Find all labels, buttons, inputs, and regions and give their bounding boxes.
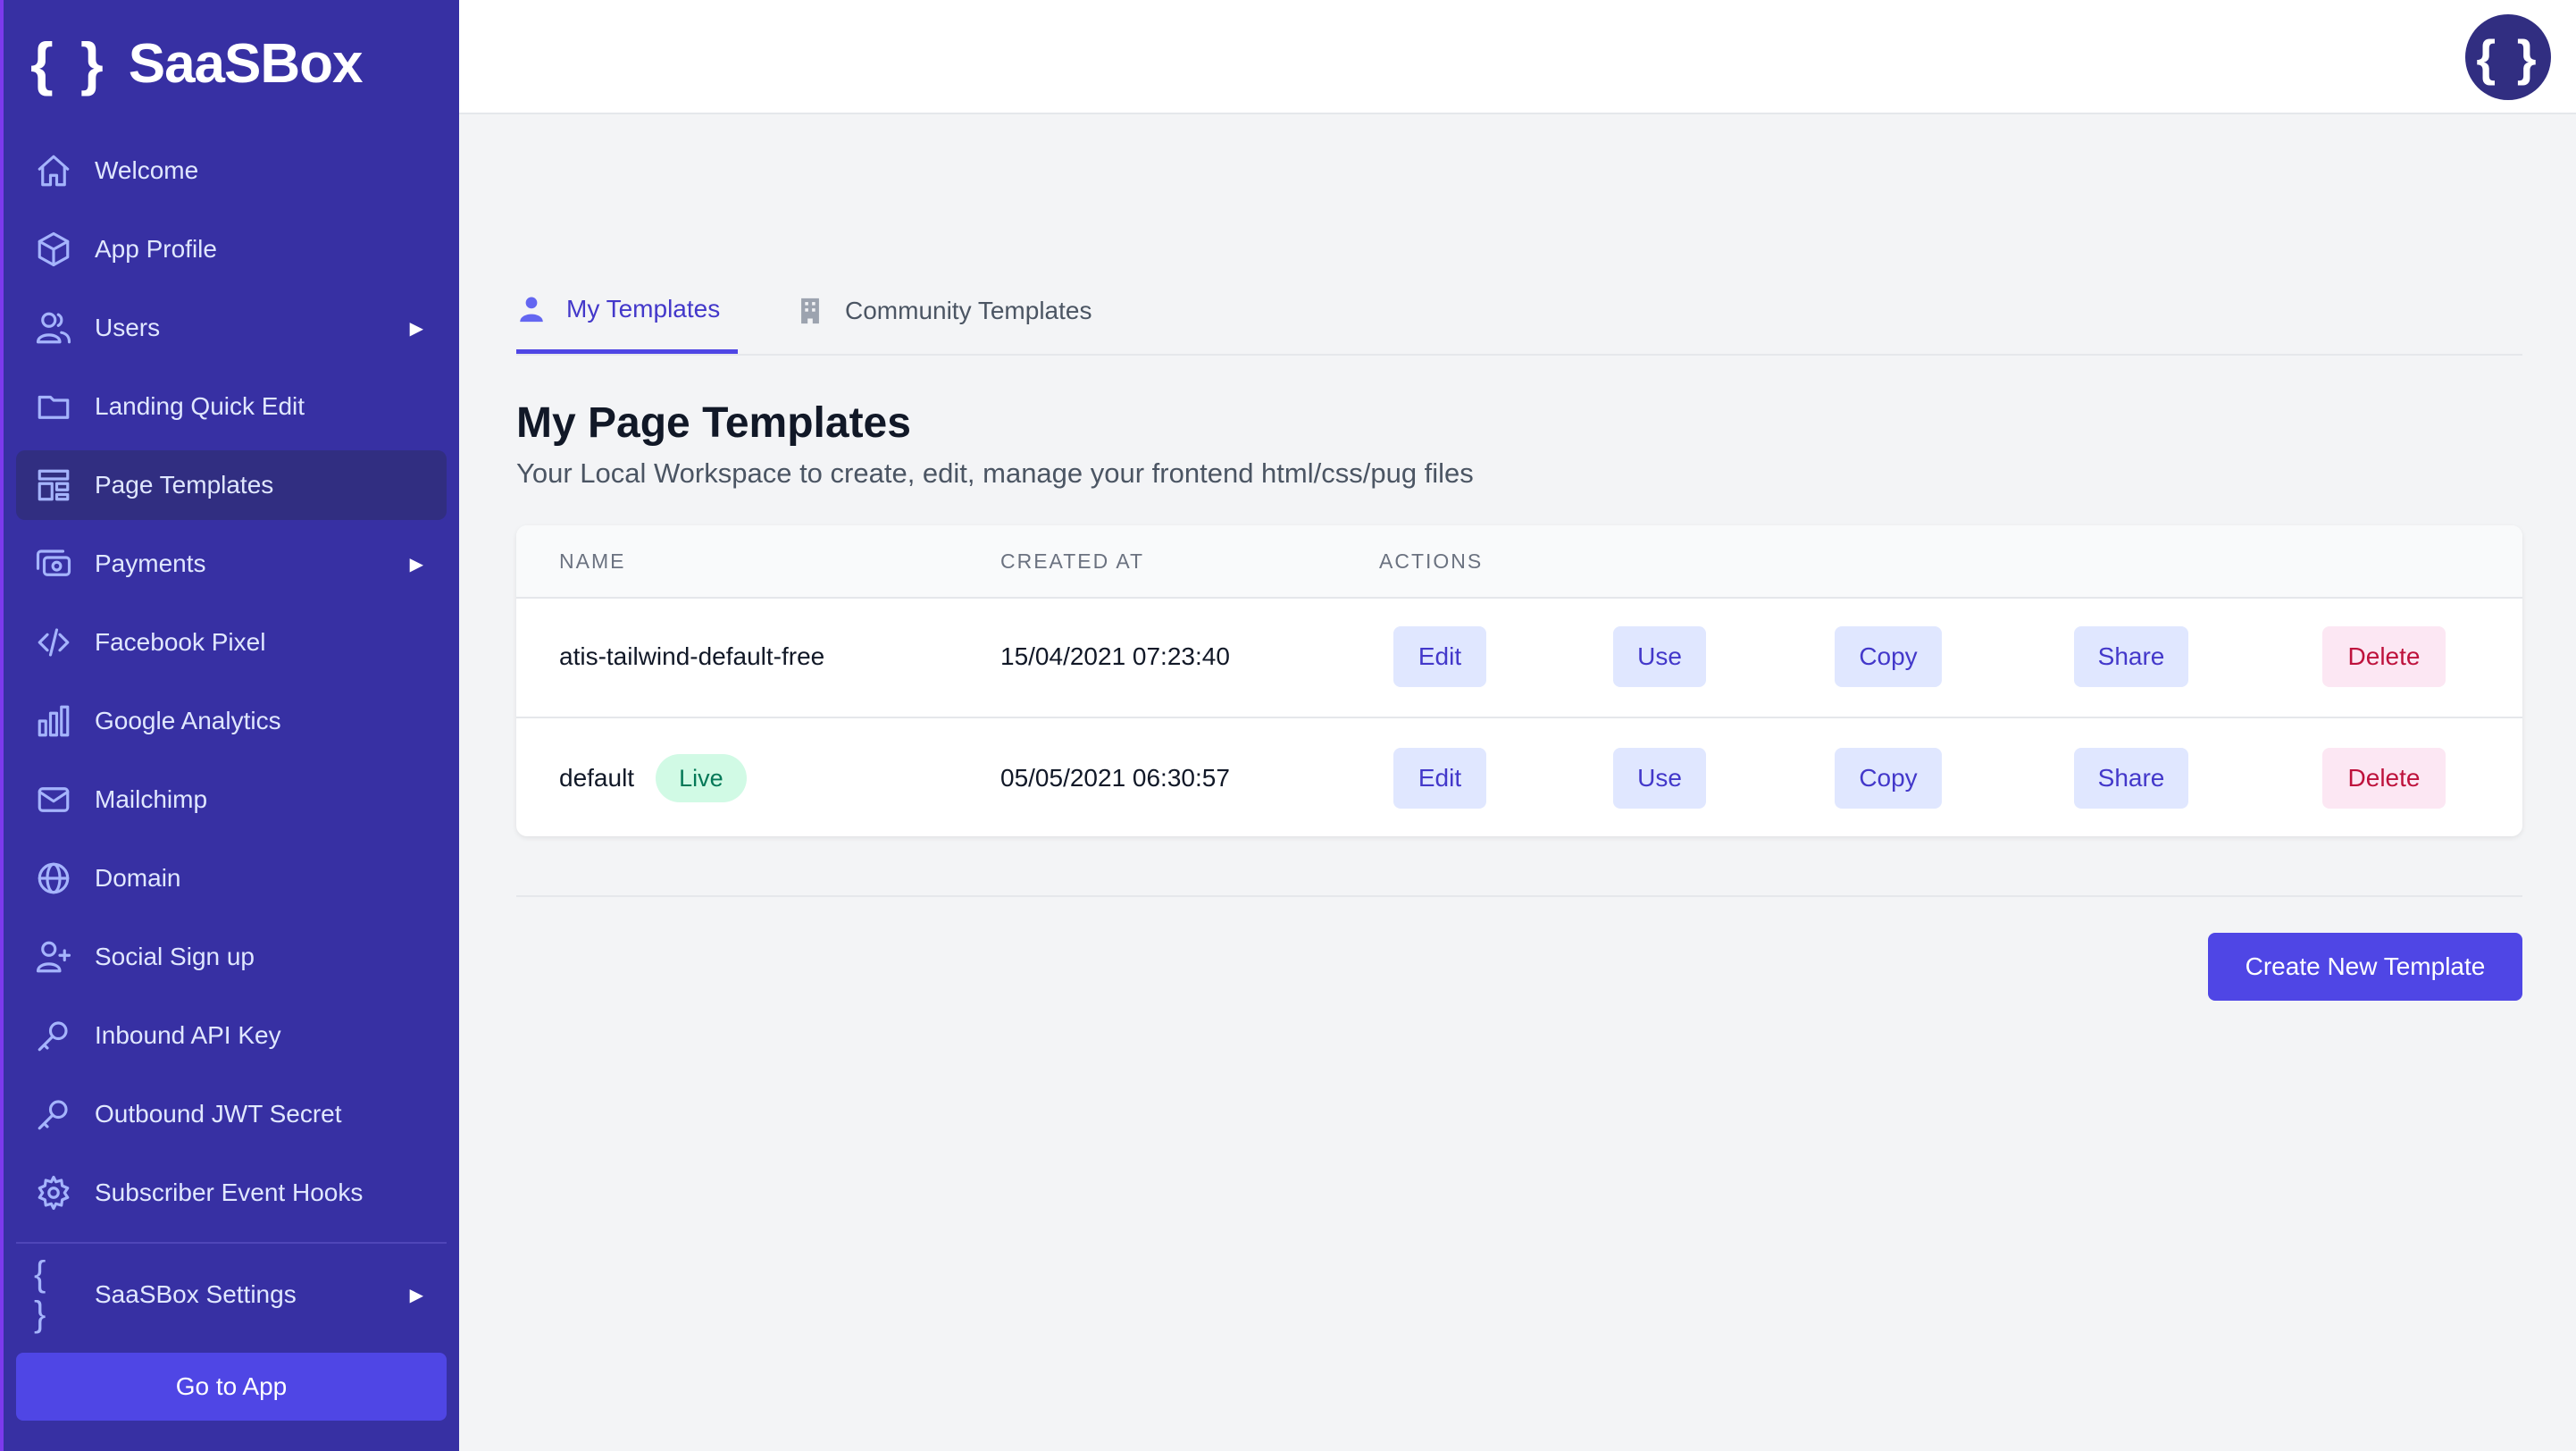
brand-name: SaaSBox [128, 32, 364, 95]
sidebar-item-landing-quick-edit[interactable]: Landing Quick Edit [16, 372, 447, 441]
sidebar-item-app-profile[interactable]: App Profile [16, 214, 447, 284]
expand-arrow-icon[interactable]: ▶ [410, 1284, 423, 1306]
template-name: default [559, 764, 635, 792]
brand-logo[interactable]: { } SaaSBox [30, 27, 364, 100]
edit-button[interactable]: Edit [1393, 626, 1486, 687]
column-header-actions: ACTIONS [1379, 549, 1484, 573]
share-button[interactable]: Share [2074, 626, 2188, 687]
sidebar: { } SaaSBox Welcome App Profile Users ▶ [0, 0, 459, 1451]
created-at-cell: 05/05/2021 06:30:57 [1000, 764, 1230, 792]
sidebar-item-label: Landing Quick Edit [95, 392, 305, 420]
sidebar-item-label: Payments [95, 549, 206, 577]
code-icon [34, 623, 73, 662]
office-building-icon [795, 296, 825, 326]
top-bar: { } [459, 0, 2576, 114]
user-icon [516, 294, 547, 324]
sidebar-item-outbound-jwt-secret[interactable]: Outbound JWT Secret [16, 1079, 447, 1149]
mail-icon [34, 780, 73, 819]
sidebar-item-mailchimp[interactable]: Mailchimp [16, 765, 447, 835]
use-button[interactable]: Use [1613, 748, 1706, 809]
delete-button[interactable]: Delete [2322, 748, 2446, 809]
tabs: My Templates Community Templates [516, 268, 2522, 356]
tab-my-templates[interactable]: My Templates [516, 268, 738, 354]
use-button[interactable]: Use [1613, 626, 1706, 687]
template-name-cell: atis-tailwind-default-free [559, 597, 824, 717]
sidebar-item-inbound-api-key[interactable]: Inbound API Key [16, 1001, 447, 1070]
sidebar-item-welcome[interactable]: Welcome [16, 136, 447, 205]
key-icon [34, 1095, 73, 1134]
sidebar-item-label: Welcome [95, 156, 199, 184]
sidebar-item-label: SaaSBox Settings [95, 1280, 297, 1308]
page-subtitle: Your Local Workspace to create, edit, ma… [516, 457, 1474, 489]
create-new-template-button[interactable]: Create New Template [2208, 933, 2522, 1001]
template-icon [34, 465, 73, 505]
table-header: NAME CREATED AT ACTIONS [516, 525, 2522, 599]
go-to-app-button[interactable]: Go to App [16, 1353, 447, 1421]
sidebar-item-label: Outbound JWT Secret [95, 1100, 342, 1128]
home-icon [34, 151, 73, 190]
sidebar-item-users[interactable]: Users ▶ [16, 293, 447, 363]
templates-table: NAME CREATED AT ACTIONS atis-tailwind-de… [516, 525, 2522, 836]
copy-button[interactable]: Copy [1835, 748, 1942, 809]
table-row: default Live 05/05/2021 06:30:57 Edit Us… [516, 717, 2522, 836]
sidebar-item-page-templates[interactable]: Page Templates [16, 450, 447, 520]
braces-icon: { } [34, 1254, 52, 1334]
expand-arrow-icon[interactable]: ▶ [410, 553, 423, 575]
tab-label: My Templates [566, 294, 721, 323]
sidebar-divider [16, 1242, 447, 1244]
template-name-cell: default Live [559, 718, 747, 836]
copy-button[interactable]: Copy [1835, 626, 1942, 687]
sidebar-item-label: Inbound API Key [95, 1021, 281, 1049]
braces-logo-icon: { } [30, 30, 109, 96]
table-row: atis-tailwind-default-free 15/04/2021 07… [516, 597, 2522, 717]
live-badge: Live [656, 754, 747, 802]
sidebar-item-label: Domain [95, 864, 181, 892]
sidebar-item-google-analytics[interactable]: Google Analytics [16, 686, 447, 756]
delete-button[interactable]: Delete [2322, 626, 2446, 687]
sidebar-item-subscriber-event-hooks[interactable]: Subscriber Event Hooks [16, 1158, 447, 1228]
column-header-created-at: CREATED AT [1000, 549, 1144, 573]
sidebar-item-label: Subscriber Event Hooks [95, 1178, 364, 1206]
chart-bar-icon [34, 701, 73, 741]
sidebar-item-payments[interactable]: Payments ▶ [16, 529, 447, 599]
sidebar-item-label: Page Templates [95, 471, 274, 499]
sidebar-item-label: Mailchimp [95, 785, 208, 813]
cog-icon [34, 1173, 73, 1212]
folder-icon [34, 387, 73, 426]
edit-button[interactable]: Edit [1393, 748, 1486, 809]
sidebar-item-saasbox-settings[interactable]: { } SaaSBox Settings ▶ [16, 1254, 447, 1334]
sidebar-item-label: Google Analytics [95, 707, 281, 734]
section-divider [516, 895, 2522, 897]
expand-arrow-icon[interactable]: ▶ [410, 317, 423, 340]
sidebar-item-label: Users [95, 314, 161, 341]
tab-community-templates[interactable]: Community Templates [795, 268, 1091, 354]
column-header-name: NAME [559, 549, 626, 573]
share-button[interactable]: Share [2074, 748, 2188, 809]
key-icon [34, 1016, 73, 1055]
users-icon [34, 308, 73, 348]
sidebar-item-label: Facebook Pixel [95, 628, 266, 656]
sidebar-item-domain[interactable]: Domain [16, 843, 447, 913]
avatar[interactable]: { } [2465, 14, 2551, 100]
globe-icon [34, 859, 73, 898]
page-title: My Page Templates [516, 399, 911, 447]
cube-icon [34, 230, 73, 269]
created-at-cell: 15/04/2021 07:23:40 [1000, 642, 1230, 670]
sidebar-item-facebook-pixel[interactable]: Facebook Pixel [16, 608, 447, 677]
sidebar-item-label: Social Sign up [95, 943, 255, 970]
sidebar-item-social-sign-up[interactable]: Social Sign up [16, 922, 447, 992]
tab-label: Community Templates [845, 297, 1092, 324]
sidebar-item-label: App Profile [95, 235, 217, 263]
template-name: atis-tailwind-default-free [559, 642, 825, 670]
user-add-icon [34, 937, 73, 977]
cash-icon [34, 544, 73, 583]
